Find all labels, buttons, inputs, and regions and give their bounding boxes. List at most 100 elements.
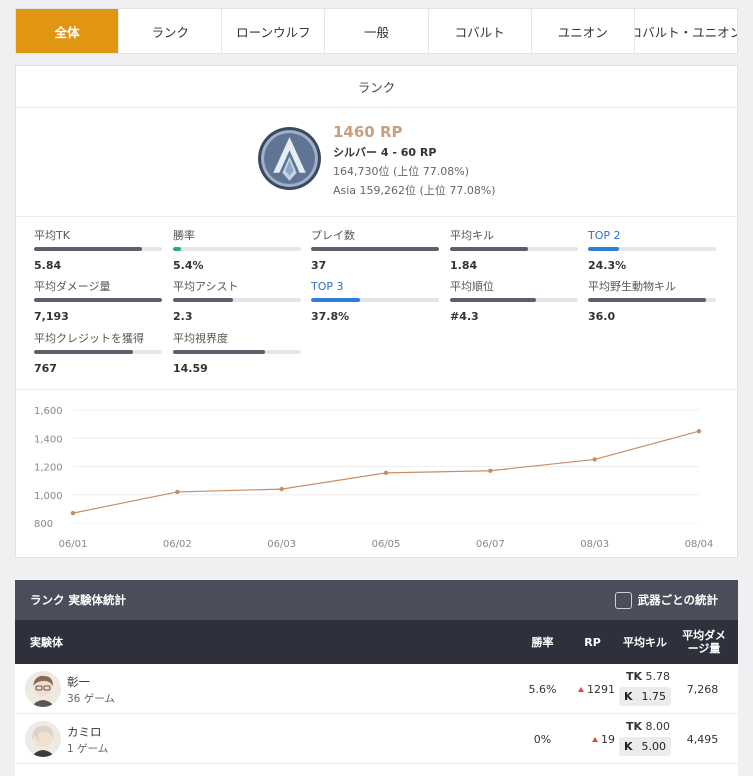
stat-item: 平均キル 1.84 <box>450 229 578 272</box>
rp-up-icon <box>592 736 598 742</box>
chart-point[interactable] <box>488 468 493 473</box>
tab-rank[interactable]: ランク <box>118 9 221 53</box>
character-games: 36 ゲーム <box>67 693 115 705</box>
y-tick-label: 800 <box>34 519 53 530</box>
tab-lone-wolf[interactable]: ローンウルフ <box>221 9 324 53</box>
table-title: ランク 実験体統計 <box>30 593 127 607</box>
tab-normal[interactable]: 一般 <box>324 9 427 53</box>
divider <box>16 389 737 390</box>
stat-label: 平均順位 <box>450 280 494 293</box>
stat-bar-fill <box>588 247 619 251</box>
tk-value: 8.00 <box>645 720 671 733</box>
stat-label: プレイ数 <box>311 229 355 242</box>
stat-item: 平均アシスト 2.3 <box>173 280 301 323</box>
stat-value: 24.3% <box>588 259 627 272</box>
character-kill-badge: K 5.00 <box>619 737 671 756</box>
stat-label: TOP 3 <box>311 280 344 293</box>
character-tk: TK 5.78 <box>620 670 670 683</box>
character-name[interactable]: カミロ <box>67 724 102 740</box>
character-rp-value: 19 <box>601 732 615 746</box>
character-tk: TK 8.00 <box>620 720 670 733</box>
stat-value: 5.4% <box>173 259 204 272</box>
character-damage: 4,495 <box>686 732 719 746</box>
stat-bar-fill <box>450 247 529 251</box>
tk-label: TK <box>625 670 642 683</box>
table-row[interactable]: カミロ 1 ゲーム 0% 19 TK 8.00 K 5.00 4,495 <box>15 714 738 764</box>
x-tick-label: 06/05 <box>372 539 401 550</box>
stat-bar <box>588 247 716 251</box>
x-tick-label: 08/04 <box>685 539 714 550</box>
tab-cobalt-union[interactable]: コバルト・ユニオン <box>633 9 737 53</box>
col-rp[interactable]: RP <box>575 620 610 664</box>
stat-bar <box>34 298 162 302</box>
tab-all[interactable]: 全体 <box>16 9 119 53</box>
stat-bar-fill <box>34 298 162 302</box>
stat-label: 平均野生動物キル <box>588 280 676 293</box>
x-tick-label: 06/07 <box>476 539 505 550</box>
stat-value: 767 <box>34 362 57 375</box>
stat-label: 平均ダメージ量 <box>34 280 111 293</box>
table-header: ランク 実験体統計 武器ごとの統計 <box>15 580 738 620</box>
stat-label: 平均TK <box>34 229 70 242</box>
character-winrate: 0% <box>533 732 552 746</box>
character-kill-badge: K 1.75 <box>619 687 671 706</box>
stat-item: 平均クレジットを獲得 767 <box>34 332 162 375</box>
rp-history-chart: 1,600 1,400 1,200 1,000 800 06/01 06/02 06/03 0… <box>34 406 714 550</box>
character-damage: 7,268 <box>686 682 719 696</box>
character-games: 1 ゲーム <box>67 743 109 755</box>
col-character[interactable]: 実験体 <box>30 620 63 664</box>
col-avg-damage-line1: 平均ダメ <box>682 629 726 642</box>
stat-bar <box>34 350 162 354</box>
chart-point[interactable] <box>696 428 702 434</box>
table-row[interactable]: 彰一 36 ゲーム 5.6% 1291 TK 5.78 K 1.75 7,268 <box>15 664 738 714</box>
chart-point[interactable] <box>383 470 389 476</box>
stat-bar-fill <box>311 298 360 302</box>
character-stats-table: ランク 実験体統計 武器ごとの統計 実験体 勝率 RP 平均キル 平均ダメ ージ… <box>15 580 738 776</box>
tab-union[interactable]: ユニオン <box>530 9 634 53</box>
stat-bar-fill <box>34 350 133 354</box>
stat-value: 1.84 <box>450 259 478 272</box>
col-winrate[interactable]: 勝率 <box>515 620 570 664</box>
y-tick-label: 1,000 <box>34 491 63 502</box>
stat-item: 勝率 5.4% <box>173 229 301 272</box>
character-rp: 19 <box>570 714 615 764</box>
global-rank: 164,730位 (上位 77.08%) <box>333 165 470 178</box>
tab-cobalt[interactable]: コバルト <box>427 9 531 53</box>
chart-point[interactable] <box>70 510 76 516</box>
stat-bar-fill <box>588 298 706 302</box>
k-label: K <box>624 690 633 703</box>
weapon-stats-toggle[interactable]: 武器ごとの統計 <box>614 591 718 609</box>
stat-bar-fill <box>173 247 181 251</box>
stat-value: #4.3 <box>450 310 479 323</box>
col-avg-kill[interactable]: 平均キル <box>615 620 675 664</box>
silver-rank-emblem-icon <box>258 127 321 190</box>
chart-point[interactable] <box>279 486 284 492</box>
stat-value: 2.3 <box>173 310 193 323</box>
rank-summary: 1460 RP シルバー 4 - 60 RP 164,730位 (上位 77.0… <box>257 123 657 206</box>
stat-item: 平均野生動物キル 36.0 <box>588 280 716 323</box>
col-avg-damage-line2: ージ量 <box>687 642 721 655</box>
chart-point[interactable] <box>592 457 597 462</box>
stat-value: 36.0 <box>588 310 616 323</box>
col-avg-damage[interactable]: 平均ダメ ージ量 <box>675 620 733 664</box>
stat-label: 平均アシスト <box>173 280 239 293</box>
weapon-stats-checkbox[interactable] <box>614 591 632 609</box>
x-tick-label: 06/02 <box>163 539 192 550</box>
stat-label: 勝率 <box>173 229 195 242</box>
chart-point[interactable] <box>175 489 180 495</box>
stat-bar-fill <box>173 350 266 354</box>
table-column-headers: 実験体 勝率 RP 平均キル 平均ダメ ージ量 <box>15 620 738 664</box>
shoichi-avatar <box>25 671 61 707</box>
camilo-avatar <box>25 721 61 757</box>
stat-bar <box>311 298 439 302</box>
rp-up-icon <box>578 686 584 692</box>
character-name[interactable]: 彰一 <box>67 674 90 690</box>
stat-bar <box>173 298 301 302</box>
k-label: K <box>624 740 633 753</box>
region-rank: Asia 159,262位 (上位 77.08%) <box>333 184 496 197</box>
stat-label: 平均キル <box>450 229 494 242</box>
x-tick-label: 08/03 <box>580 539 609 550</box>
mode-tabs: 全体 ランク ローンウルフ 一般 コバルト ユニオン コバルト・ユニオン <box>15 8 738 54</box>
k-value: 1.75 <box>641 690 667 703</box>
stat-label: 平均視界度 <box>173 332 228 345</box>
